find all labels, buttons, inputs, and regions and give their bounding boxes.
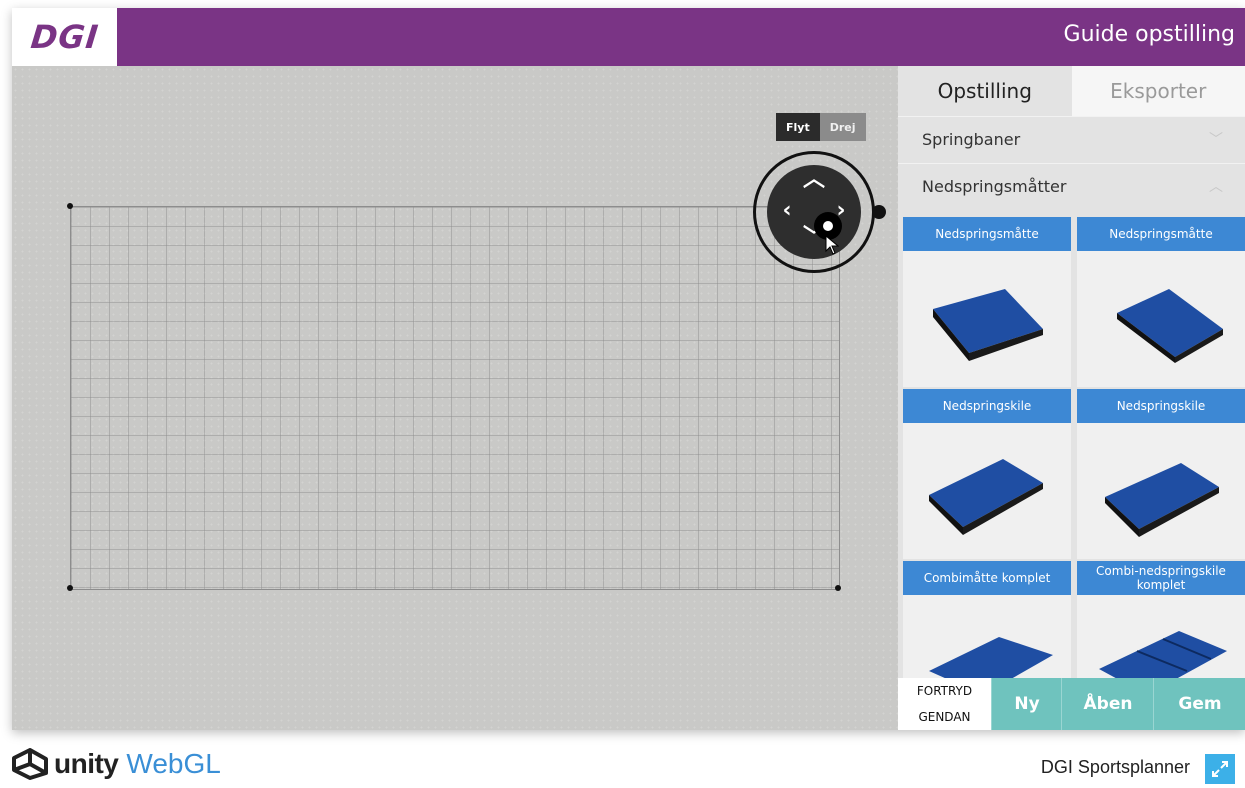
action-bar: FORTRYD GENDAN Ny Åben Gem xyxy=(898,678,1245,730)
mode-rotate-button[interactable]: Drej xyxy=(820,113,866,141)
unity-cube-icon xyxy=(12,748,48,780)
guide-title[interactable]: Guide opstilling xyxy=(1064,22,1235,47)
item-card[interactable]: Nedspringskile xyxy=(1077,389,1245,559)
tab-eksporter[interactable]: Eksporter xyxy=(1072,66,1245,116)
side-panel: Opstilling Eksporter Springbaner ﹀ Nedsp… xyxy=(898,66,1245,730)
fullscreen-icon[interactable] xyxy=(1205,754,1235,784)
tab-opstilling[interactable]: Opstilling xyxy=(898,66,1072,116)
chevron-up-icon: ︿ xyxy=(1209,176,1223,196)
section-springbaner[interactable]: Springbaner ﹀ xyxy=(898,116,1245,161)
section-label: Nedspringsmåtter xyxy=(922,177,1066,196)
dgi-logo: DGI xyxy=(12,8,117,66)
item-card[interactable]: Nedspringsmåtte xyxy=(1077,217,1245,387)
section-label: Springbaner xyxy=(922,130,1020,149)
corner-handle-top-left[interactable] xyxy=(67,203,73,209)
unity-logo: unity WebGL xyxy=(12,748,221,780)
item-title: Nedspringsmåtte xyxy=(1077,217,1245,251)
arrow-up-icon[interactable]: ︿ xyxy=(802,169,826,191)
joystick-pad[interactable]: ︿ ‹ › ﹀ xyxy=(767,165,861,259)
rotation-knob[interactable] xyxy=(872,205,886,219)
webgl-canvas[interactable]: DGI Guide opstilling Flyt Drej ︿ ‹ › ﹀ xyxy=(12,8,1245,730)
mat-thumbnail xyxy=(1077,251,1245,387)
mouse-cursor-icon xyxy=(825,235,839,255)
mode-move-button[interactable]: Flyt xyxy=(776,113,820,141)
corner-handle-bottom-left[interactable] xyxy=(67,585,73,591)
redo-button[interactable]: GENDAN xyxy=(898,704,991,730)
arrow-left-icon[interactable]: ‹ xyxy=(775,200,799,222)
mat-thumbnail xyxy=(903,251,1071,387)
chevron-down-icon: ﹀ xyxy=(1209,129,1223,149)
combi-wedge-thumbnail xyxy=(1077,595,1245,678)
webgl-wordmark: WebGL xyxy=(126,748,220,780)
panel-tabs: Opstilling Eksporter xyxy=(898,66,1245,116)
joystick-center-dot xyxy=(823,221,833,231)
open-button[interactable]: Åben xyxy=(1061,678,1154,730)
wedge-thumbnail xyxy=(1077,423,1245,559)
item-card[interactable]: Nedspringskile xyxy=(903,389,1071,559)
item-title: Nedspringskile xyxy=(1077,389,1245,423)
new-button[interactable]: Ny xyxy=(991,678,1062,730)
item-card[interactable]: Combi-nedspringskile komplet xyxy=(1077,561,1245,678)
fullscreen-arrows xyxy=(1205,754,1235,784)
product-name: DGI Sportsplanner xyxy=(1041,757,1190,778)
save-button[interactable]: Gem xyxy=(1153,678,1245,730)
item-title: Combimåtte komplet xyxy=(903,561,1071,595)
webgl-footer: unity WebGL DGI Sportsplanner xyxy=(0,740,1245,786)
item-title: Nedspringsmåtte xyxy=(903,217,1071,251)
unity-wordmark: unity xyxy=(54,748,118,780)
mode-toggle: Flyt Drej xyxy=(776,113,866,141)
section-nedspringsmaatter[interactable]: Nedspringsmåtter ︿ xyxy=(898,163,1245,208)
app-header: DGI Guide opstilling xyxy=(12,8,1245,66)
floor-grid[interactable] xyxy=(70,206,840,590)
move-joystick-icon[interactable]: ︿ ‹ › ﹀ xyxy=(753,151,881,279)
corner-handle-bottom-right[interactable] xyxy=(835,585,841,591)
planner-workspace[interactable]: Flyt Drej ︿ ‹ › ﹀ xyxy=(12,66,898,730)
combi-mat-thumbnail xyxy=(903,595,1071,678)
undo-button[interactable]: FORTRYD xyxy=(898,678,991,704)
items-grid: Nedspringsmåtte Nedspringsmåtte Nedsprin… xyxy=(903,217,1245,678)
wedge-thumbnail xyxy=(903,423,1071,559)
logo-text: DGI xyxy=(29,18,101,56)
item-title: Combi-nedspringskile komplet xyxy=(1077,561,1245,595)
item-card[interactable]: Nedspringsmåtte xyxy=(903,217,1071,387)
item-title: Nedspringskile xyxy=(903,389,1071,423)
item-card[interactable]: Combimåtte komplet xyxy=(903,561,1071,678)
